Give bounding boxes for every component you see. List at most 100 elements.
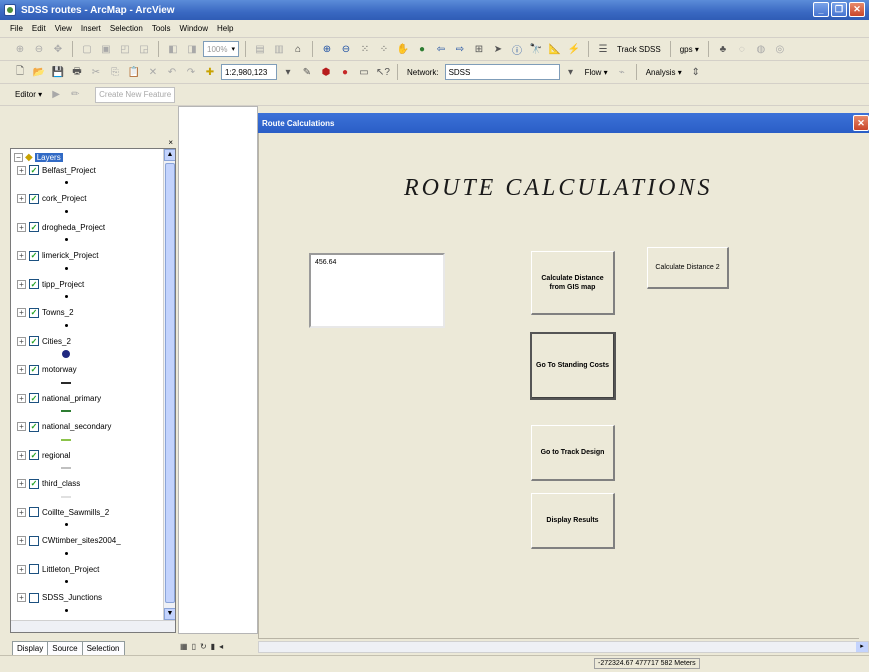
network-combo[interactable]: SDSS	[444, 64, 560, 80]
map-display[interactable]	[178, 106, 258, 634]
arctoolbox-icon[interactable]: ⬢	[318, 64, 334, 80]
paste-icon[interactable]: 📋	[126, 64, 142, 80]
toc-layer-item[interactable]: + ✓ cork_Project	[17, 193, 86, 204]
new-document-icon[interactable]: 🗋	[12, 64, 28, 80]
toc-layer-item[interactable]: + CWtimber_sites2004_	[17, 535, 121, 546]
pause-draw-icon[interactable]: ▮	[211, 642, 215, 651]
toc-layer-item[interactable]: + Coillte_Sawmills_2	[17, 507, 109, 517]
scroll-down-icon[interactable]: ▼	[164, 608, 175, 620]
flow-tool-icon[interactable]: ⌁	[614, 64, 630, 80]
standing-costs-button[interactable]: Go To Standing Costs	[530, 332, 616, 400]
layer-visibility-checkbox[interactable]: ✓	[29, 222, 39, 232]
layer-visibility-checkbox[interactable]	[29, 592, 39, 603]
layer-visibility-checkbox[interactable]: ✓	[29, 165, 39, 175]
data-view-icon[interactable]: ▦	[180, 642, 188, 651]
zoom-in-page-icon[interactable]: ⊕	[12, 41, 28, 57]
redo-icon[interactable]: ↷	[183, 64, 199, 80]
track-sdss-icon[interactable]: ☰	[595, 41, 611, 57]
toc-layer-item[interactable]: + ✓ third_class	[17, 478, 80, 489]
measure-icon[interactable]: 📐	[547, 41, 563, 57]
toc-root[interactable]: − ◆ Layers	[14, 152, 63, 163]
command-line-icon[interactable]: ▭	[356, 64, 372, 80]
hyperlink-icon[interactable]: ⚡	[566, 41, 582, 57]
distance-output-field[interactable]: 456.64	[309, 253, 445, 328]
cut-icon[interactable]: ✂	[88, 64, 104, 80]
back-extent-icon[interactable]: ⇦	[433, 41, 449, 57]
open-icon[interactable]: 📂	[31, 64, 47, 80]
zoom-out-page-icon[interactable]: ⊖	[31, 41, 47, 57]
minimize-button[interactable]: _	[813, 2, 829, 17]
analysis-menu[interactable]: Analysis ▾	[643, 68, 685, 77]
calculate-distance-gis-button[interactable]: Calculate Distance from GIS map	[531, 251, 615, 315]
menu-window[interactable]: Window	[180, 24, 208, 33]
toc-vertical-scrollbar[interactable]: ▲ ▼	[163, 149, 175, 632]
layer-visibility-checkbox[interactable]: ✓	[29, 421, 39, 432]
fixed-zoom-out-map-icon[interactable]: ⁘	[376, 41, 392, 57]
zoom-100-icon[interactable]: ▣	[98, 41, 114, 57]
toc-layer-item[interactable]: + ✓ limerick_Project	[17, 250, 98, 261]
delete-icon[interactable]: ✕	[145, 64, 161, 80]
toc-layer-item[interactable]: + ✓ national_secondary	[17, 421, 111, 432]
menu-selection[interactable]: Selection	[110, 24, 143, 33]
toc-layer-item[interactable]: + ✓ national_primary	[17, 393, 101, 403]
menu-file[interactable]: File	[10, 24, 23, 33]
refresh-icon[interactable]: ↻	[200, 642, 207, 651]
scroll-left-icon[interactable]: ◂	[219, 642, 223, 651]
toc-close-icon[interactable]: ×	[168, 138, 173, 147]
identify-icon[interactable]: ⓘ	[509, 41, 525, 57]
track-design-button[interactable]: Go to Track Design	[531, 425, 615, 481]
edit-tool-icon[interactable]: ▶	[48, 87, 64, 103]
toc-layer-item[interactable]: + ✓ tipp_Project	[17, 279, 84, 289]
select-elements-icon[interactable]: ➤	[490, 41, 506, 57]
tab-display[interactable]: Display	[12, 641, 49, 656]
georef-tool-1-icon[interactable]: ◌	[734, 41, 750, 57]
expand-icon[interactable]: +	[17, 308, 26, 317]
whats-this-icon[interactable]: ↖?	[375, 64, 391, 80]
next-extent-icon[interactable]: ◨	[184, 41, 200, 57]
tab-selection[interactable]: Selection	[81, 641, 125, 656]
scroll-thumb[interactable]	[165, 163, 175, 603]
expand-icon[interactable]: +	[17, 279, 26, 289]
arccatalog-icon[interactable]: ●	[337, 64, 353, 80]
expand-icon[interactable]: +	[17, 365, 26, 374]
menu-edit[interactable]: Edit	[32, 24, 46, 33]
expand-icon[interactable]: +	[17, 450, 26, 460]
layer-visibility-checkbox[interactable]: ✓	[29, 478, 39, 489]
toc-layer-item[interactable]: + ✓ motorway	[17, 364, 77, 375]
collapse-icon[interactable]: −	[14, 153, 23, 162]
display-results-button[interactable]: Display Results	[531, 493, 615, 549]
menu-view[interactable]: View	[55, 24, 72, 33]
calculate-distance-2-button[interactable]: Calculate Distance 2	[647, 247, 729, 289]
editor-menu[interactable]: Editor ▾	[12, 90, 45, 99]
toc-layer-item[interactable]: + ✓ Belfast_Project	[17, 165, 96, 175]
zoom-whole-page-icon[interactable]: ▢	[79, 41, 95, 57]
select-features-icon[interactable]: ⊞	[471, 41, 487, 57]
menu-insert[interactable]: Insert	[81, 24, 101, 33]
georef-tool-3-icon[interactable]: ◎	[772, 41, 788, 57]
expand-icon[interactable]: +	[17, 564, 26, 574]
expand-icon[interactable]: +	[17, 165, 26, 175]
expand-icon[interactable]: +	[17, 222, 26, 232]
save-icon[interactable]: 💾	[50, 64, 66, 80]
expand-icon[interactable]: +	[17, 336, 26, 346]
zoom-in-icon[interactable]: ⊕	[319, 41, 335, 57]
toc-layer-item[interactable]: + ✓ regional	[17, 450, 70, 460]
fixed-zoom-in-map-icon[interactable]: ⁙	[357, 41, 373, 57]
task-combo[interactable]: Create New Feature	[95, 86, 176, 103]
zoom-out-icon[interactable]: ⊖	[338, 41, 354, 57]
previous-extent-icon[interactable]: ◧	[165, 41, 181, 57]
layer-visibility-checkbox[interactable]	[29, 535, 39, 546]
editor-toolbar-icon[interactable]: ✎	[299, 64, 315, 80]
undo-icon[interactable]: ↶	[164, 64, 180, 80]
menu-tools[interactable]: Tools	[152, 24, 171, 33]
georef-icon[interactable]: ♣	[715, 41, 731, 57]
expand-icon[interactable]: +	[17, 507, 26, 517]
layer-visibility-checkbox[interactable]: ✓	[29, 393, 39, 403]
forward-extent-icon[interactable]: ⇨	[452, 41, 468, 57]
change-layout-icon[interactable]: ⌂	[290, 41, 306, 57]
layer-visibility-checkbox[interactable]: ✓	[29, 336, 39, 346]
toggle-draft-icon[interactable]: ▤	[252, 41, 268, 57]
menu-help[interactable]: Help	[217, 24, 233, 33]
scroll-up-icon[interactable]: ▲	[164, 149, 175, 161]
sketch-tool-icon[interactable]: ✏	[67, 87, 83, 103]
